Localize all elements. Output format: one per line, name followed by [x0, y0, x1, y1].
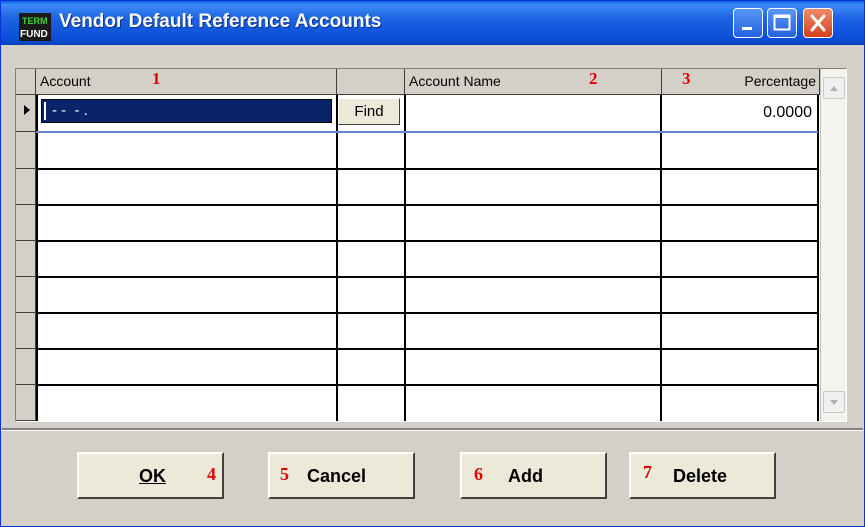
grid-line [817, 95, 819, 421]
callout-5: 5 [280, 464, 289, 484]
scroll-up-button[interactable] [823, 77, 845, 99]
vertical-scrollbar[interactable] [820, 69, 846, 421]
find-button[interactable]: Find [338, 98, 400, 125]
grid-line [36, 131, 818, 133]
close-button[interactable] [803, 8, 833, 38]
ok-button-label: OK [139, 466, 166, 486]
row-selector[interactable] [16, 349, 36, 385]
callout-3: 3 [682, 69, 691, 88]
svg-text:TERM: TERM [22, 16, 48, 26]
row-selector[interactable] [16, 95, 36, 132]
title-bar[interactable]: TERM FUND Vendor Default Reference Accou… [1, 1, 864, 45]
grid-line [36, 204, 818, 206]
grid-line [36, 95, 38, 421]
delete-button-label: Delete [673, 466, 728, 486]
maximize-icon [773, 14, 791, 31]
text-caret [44, 102, 46, 120]
grid-line [36, 312, 818, 314]
grid-line [36, 240, 818, 242]
arrow-down-icon [830, 400, 838, 405]
window-title: Vendor Default Reference Accounts [59, 11, 382, 32]
cancel-button-label: Cancel [307, 466, 367, 486]
column-header-percentage-label: Percentage [744, 73, 816, 89]
callout-6: 6 [474, 464, 483, 484]
vendor-default-reference-accounts-window: TERM FUND Vendor Default Reference Accou… [0, 0, 865, 527]
header-corner [16, 69, 36, 95]
column-header-account[interactable]: Account 1 [36, 69, 337, 95]
callout-2: 2 [589, 69, 598, 88]
row-selector[interactable] [16, 169, 36, 205]
add-button-label: Add [508, 466, 543, 486]
delete-button[interactable]: 7 Delete [629, 452, 776, 499]
column-header-account-label: Account [40, 73, 91, 89]
column-header-account-name-label: Account Name [409, 73, 501, 89]
account-input-value: - - - . [52, 102, 88, 119]
grid-line [404, 95, 406, 421]
grid-line [336, 95, 338, 421]
scroll-down-button[interactable] [823, 391, 845, 413]
grid-line [36, 384, 818, 386]
current-row-arrow-icon [24, 105, 30, 115]
column-header-account-name[interactable]: Account Name 2 [405, 69, 662, 95]
svg-text:FUND: FUND [20, 29, 48, 40]
account-input[interactable]: - - - . [41, 99, 332, 123]
account-name-cell[interactable] [408, 97, 658, 129]
cancel-button[interactable]: 5 Cancel [268, 452, 415, 499]
grid-line [36, 276, 818, 278]
minimize-icon [742, 27, 752, 30]
grid-line [36, 348, 818, 350]
row-selector[interactable] [16, 277, 36, 313]
add-button[interactable]: 6 Add [460, 452, 607, 499]
close-icon [810, 14, 826, 32]
maximize-button[interactable] [767, 8, 797, 38]
minimize-button[interactable] [733, 8, 763, 38]
accounts-grid[interactable]: Account 1 Account Name 2 3 Percentage - … [15, 68, 847, 422]
arrow-up-icon [830, 86, 838, 91]
row-selector[interactable] [16, 205, 36, 241]
percentage-cell[interactable]: 0.0000 [763, 104, 812, 122]
callout-1: 1 [152, 69, 161, 88]
row-selector[interactable] [16, 241, 36, 277]
grid-line [36, 168, 818, 170]
row-selector[interactable] [16, 313, 36, 349]
callout-4: 4 [207, 464, 216, 484]
divider [2, 428, 863, 431]
callout-7: 7 [643, 462, 652, 482]
ok-button[interactable]: OK 4 [77, 452, 224, 499]
grid-line [660, 95, 662, 421]
row-selector[interactable] [16, 385, 36, 421]
fund-icon: TERM FUND [19, 13, 51, 41]
row-selector[interactable] [16, 132, 36, 169]
column-header-find [337, 69, 405, 95]
column-header-percentage[interactable]: 3 Percentage [662, 69, 820, 95]
